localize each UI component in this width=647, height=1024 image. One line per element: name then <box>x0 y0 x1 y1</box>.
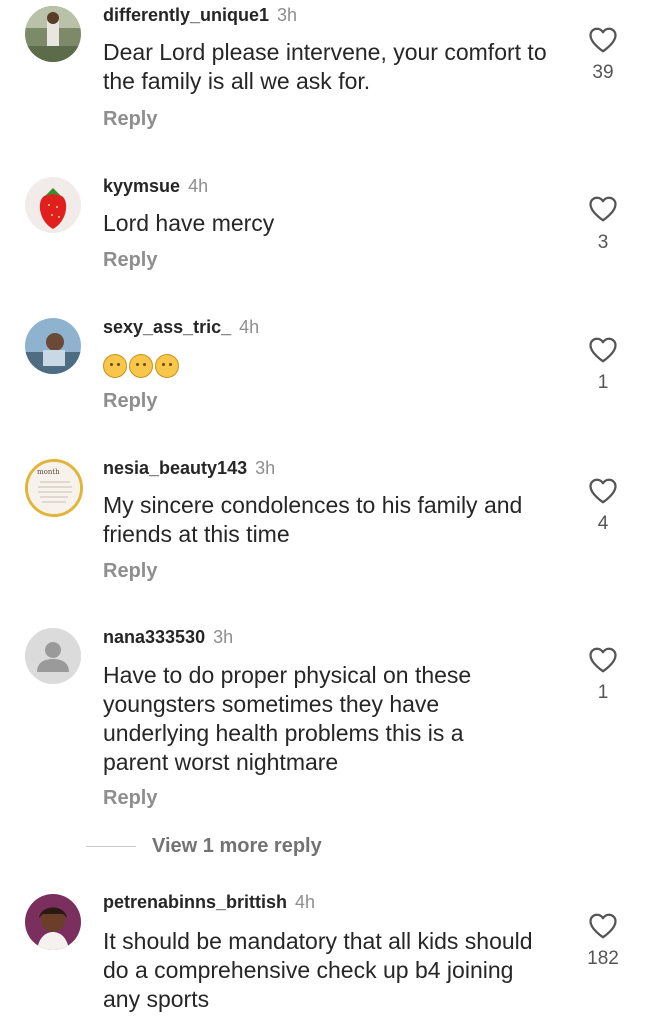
avatar-badge-text: month <box>37 468 60 476</box>
comment-time: 4h <box>239 317 260 337</box>
comment-text: Have to do proper physical on these youn… <box>103 662 472 775</box>
heart-icon[interactable] <box>588 912 618 940</box>
divider <box>86 846 136 847</box>
comment-username[interactable]: differently_unique1 3h <box>103 5 297 26</box>
avatar[interactable] <box>25 177 81 233</box>
comment-time: 4h <box>295 892 316 912</box>
heart-icon[interactable] <box>588 477 618 505</box>
avatar[interactable] <box>25 318 81 374</box>
comment-username[interactable]: kyymsue 4h <box>103 176 208 197</box>
crying-face-icon <box>103 354 127 378</box>
comment-text: Lord have mercy <box>103 210 275 236</box>
comment-time: 3h <box>277 5 298 25</box>
reply-button[interactable]: Reply <box>103 108 157 131</box>
like-count: 1 <box>597 682 609 703</box>
like-count: 39 <box>592 62 614 83</box>
reply-button[interactable]: Reply <box>103 787 157 810</box>
comment-emoji <box>103 354 181 378</box>
heart-icon[interactable] <box>588 646 618 674</box>
like-count: 182 <box>587 948 619 969</box>
comment-username[interactable]: sexy_ass_tric_ 4h <box>103 317 259 338</box>
avatar[interactable]: month <box>25 459 83 517</box>
comment-username[interactable]: petrenabinns_brittish 4h <box>103 892 315 913</box>
reply-button[interactable]: Reply <box>103 249 157 272</box>
avatar[interactable] <box>25 6 81 62</box>
comment-time: 3h <box>255 458 276 478</box>
comment-text: My sincere condolences to his family and… <box>103 492 523 547</box>
like-count: 1 <box>597 372 609 393</box>
comment-time: 4h <box>188 176 209 196</box>
comment-username[interactable]: nana333530 3h <box>103 627 233 648</box>
heart-icon[interactable] <box>588 336 618 364</box>
avatar[interactable] <box>25 894 81 950</box>
comment-text: It should be mandatory that all kids sho… <box>103 928 533 1012</box>
comment-username[interactable]: nesia_beauty143 3h <box>103 458 275 479</box>
default-person-icon <box>25 628 81 684</box>
comment-time: 3h <box>213 627 234 647</box>
like-count: 4 <box>597 513 609 534</box>
crying-face-icon <box>155 354 179 378</box>
comment-text: Dear Lord please intervene, your comfort… <box>103 39 547 94</box>
crying-face-icon <box>129 354 153 378</box>
heart-icon[interactable] <box>588 195 618 223</box>
reply-button[interactable]: Reply <box>103 390 157 413</box>
heart-icon[interactable] <box>588 26 618 54</box>
avatar[interactable] <box>25 628 81 684</box>
reply-button[interactable]: Reply <box>103 560 157 583</box>
like-count: 3 <box>597 232 609 253</box>
view-more-replies-label[interactable]: View 1 more reply <box>152 835 322 858</box>
view-more-replies[interactable]: View 1 more reply <box>86 832 486 862</box>
